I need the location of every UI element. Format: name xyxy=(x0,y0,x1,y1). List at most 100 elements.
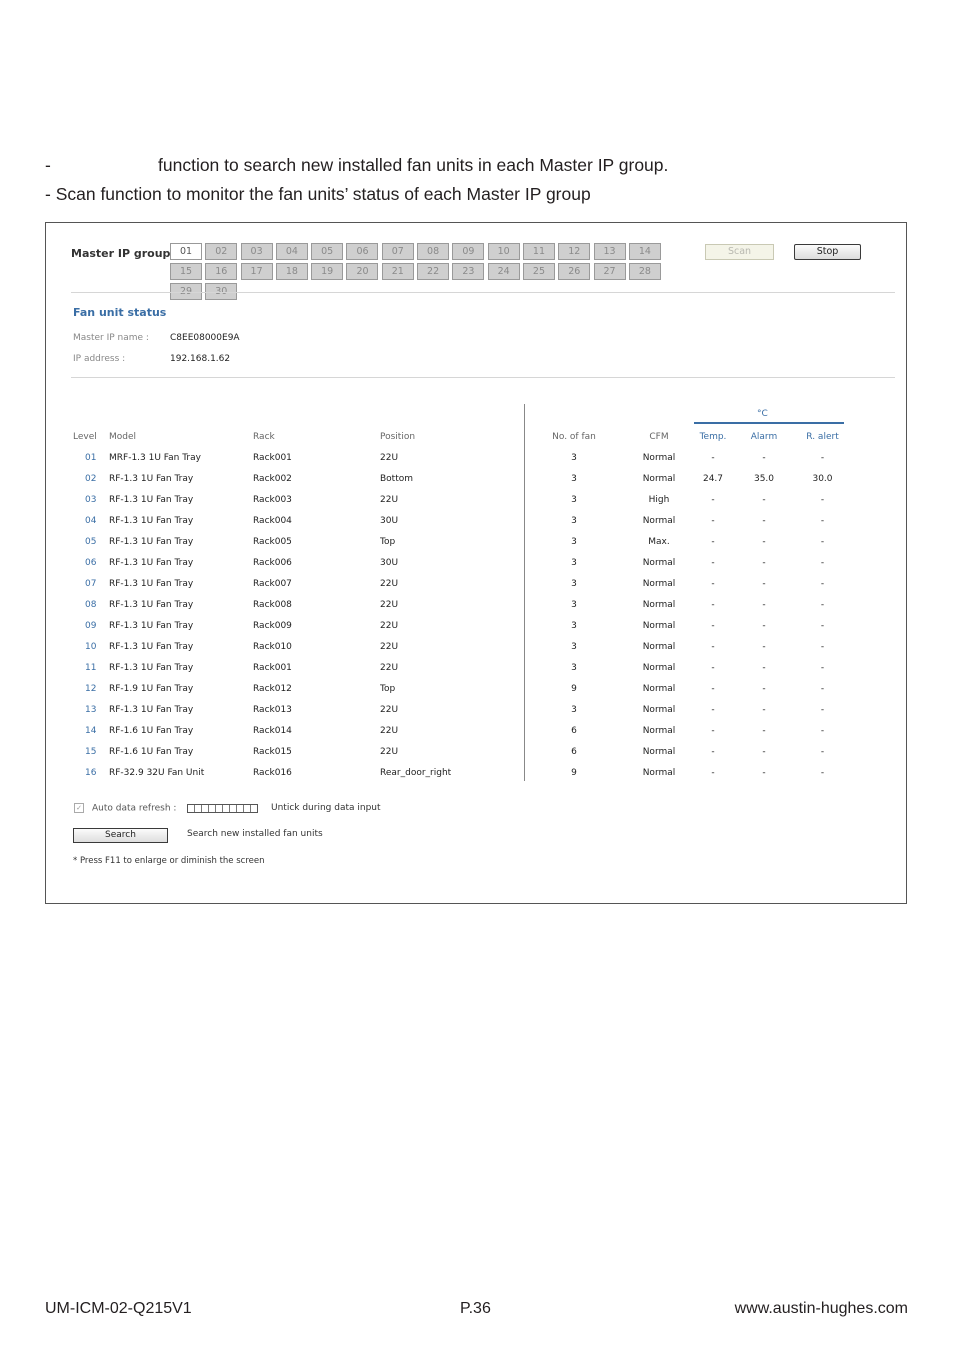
cell-position: Top xyxy=(380,683,396,694)
master-ip-group-button[interactable]: 11 xyxy=(522,243,555,260)
cell-level: 03 xyxy=(85,494,97,505)
cell-ralert: - xyxy=(820,494,825,505)
cell-fans: 3 xyxy=(571,473,577,484)
cell-temp: - xyxy=(711,767,715,778)
cell-ralert: - xyxy=(820,515,825,526)
auto-refresh-checkbox[interactable]: ✓ xyxy=(74,803,84,813)
cell-ralert: - xyxy=(820,578,825,589)
master-ip-group-button[interactable]: 04 xyxy=(275,243,308,260)
cell-cfm: Normal xyxy=(642,473,676,484)
cell-rack: Rack014 xyxy=(253,725,292,736)
master-ip-group-button[interactable]: 21 xyxy=(381,263,414,280)
cell-level: 10 xyxy=(85,641,97,652)
cell-position: 30U xyxy=(380,515,399,526)
master-ip-group-button[interactable]: 23 xyxy=(452,263,485,280)
cell-cfm: Normal xyxy=(642,452,676,463)
master-ip-group-button[interactable]: 19 xyxy=(311,263,344,280)
cell-cfm: Normal xyxy=(642,515,676,526)
master-ip-group-button[interactable]: 16 xyxy=(205,263,238,280)
master-ip-group-button[interactable]: 07 xyxy=(381,243,414,260)
cell-position: 22U xyxy=(380,494,399,505)
master-ip-group-button[interactable]: 22 xyxy=(417,263,450,280)
cell-fans: 3 xyxy=(571,452,577,463)
master-ip-group-button[interactable]: 02 xyxy=(205,243,238,260)
cell-fans: 3 xyxy=(571,557,577,568)
cell-model: RF-1.3 1U Fan Tray xyxy=(109,473,194,484)
master-ip-group-button[interactable]: 12 xyxy=(558,243,591,260)
cell-level: 01 xyxy=(85,452,97,463)
cell-position: 22U xyxy=(380,620,399,631)
table-row: 02 RF-1.3 1U Fan Tray Rack002 Bottom 3 Normal… xyxy=(73,468,853,489)
table-row: 10 RF-1.3 1U Fan Tray Rack010 22U 3 Normal - - - xyxy=(73,636,853,657)
master-ip-name-value: C8EE08000E9A xyxy=(170,333,240,343)
master-ip-group-button[interactable]: 14 xyxy=(628,243,661,260)
master-ip-group-button[interactable]: 05 xyxy=(311,243,344,260)
master-ip-group-button[interactable]: 03 xyxy=(240,243,273,260)
search-note: Search new installed fan units xyxy=(187,829,323,839)
cell-position: 22U xyxy=(380,662,399,673)
cell-cfm: Normal xyxy=(642,767,676,778)
cell-alarm: - xyxy=(762,620,766,631)
cell-level: 12 xyxy=(85,683,97,694)
website: www.austin-hughes.com xyxy=(734,1300,908,1317)
cell-model: RF-1.6 1U Fan Tray xyxy=(109,725,194,736)
master-ip-group-button[interactable]: 28 xyxy=(628,263,661,280)
cell-model: MRF-1.3 1U Fan Tray xyxy=(109,452,201,463)
table-row: 11 RF-1.3 1U Fan Tray Rack001 22U 3 Normal - - - xyxy=(73,657,853,678)
refresh-interval-field[interactable] xyxy=(187,804,258,813)
fan-monitor-screenshot: Master IP groups 01 02 03 04 05 06 07 08 09 10 11 1… xyxy=(45,222,907,904)
master-ip-group-button[interactable]: 13 xyxy=(593,243,626,260)
cell-position: 22U xyxy=(380,452,399,463)
stop-button[interactable]: Stop xyxy=(794,244,861,260)
cell-cfm: Normal xyxy=(642,620,676,631)
cell-temp: - xyxy=(711,662,715,673)
cell-rack: Rack005 xyxy=(253,536,292,547)
cell-ralert: - xyxy=(820,725,825,736)
cell-rack: Rack002 xyxy=(253,473,292,484)
cell-fans: 9 xyxy=(571,767,577,778)
cell-fans: 3 xyxy=(571,620,577,631)
master-ip-group-button[interactable]: 17 xyxy=(240,263,273,280)
master-ip-name-label: Master IP name : xyxy=(73,333,149,343)
master-ip-group-button[interactable]: 27 xyxy=(593,263,626,280)
cell-ralert: - xyxy=(820,683,825,694)
ip-address-value: 192.168.1.62 xyxy=(170,354,231,364)
search-button[interactable]: Search xyxy=(73,828,168,843)
cell-fans: 6 xyxy=(571,746,577,757)
cell-model: RF-1.3 1U Fan Tray xyxy=(109,515,194,526)
master-ip-group-button[interactable]: 24 xyxy=(487,263,520,280)
cell-fans: 3 xyxy=(571,494,577,505)
master-ip-group-button[interactable]: 15 xyxy=(170,263,202,280)
cell-temp: - xyxy=(711,620,715,631)
table-row: 04 RF-1.3 1U Fan Tray Rack004 30U 3 Normal - - - xyxy=(73,510,853,531)
table-row: 06 RF-1.3 1U Fan Tray Rack006 30U 3 Normal - - - xyxy=(73,552,853,573)
master-ip-group-button[interactable]: 20 xyxy=(346,263,379,280)
cell-alarm: - xyxy=(762,578,766,589)
cell-rack: Rack007 xyxy=(253,578,292,589)
master-ip-group-button[interactable]: 26 xyxy=(558,263,591,280)
cell-temp: - xyxy=(711,725,715,736)
bullet-dash: - xyxy=(45,155,51,175)
master-ip-group-button[interactable]: 09 xyxy=(452,243,485,260)
cell-model: RF-1.3 1U Fan Tray xyxy=(109,578,194,589)
cell-cfm: Normal xyxy=(642,746,676,757)
col-alarm: Alarm xyxy=(750,431,778,442)
master-ip-group-button[interactable]: 08 xyxy=(417,243,450,260)
scan-button[interactable]: Scan xyxy=(705,244,774,260)
master-ip-group-button[interactable]: 25 xyxy=(522,263,555,280)
cell-position: Rear_door_right xyxy=(380,767,452,778)
cell-cfm: Max. xyxy=(648,536,670,547)
table-row: 14 RF-1.6 1U Fan Tray Rack014 22U 6 Normal - - - xyxy=(73,720,853,741)
cell-level: 07 xyxy=(85,578,97,589)
master-ip-group-button[interactable]: 06 xyxy=(346,243,379,260)
table-row: 15 RF-1.6 1U Fan Tray Rack015 22U 6 Normal - - - xyxy=(73,741,853,762)
master-ip-group-button[interactable]: 18 xyxy=(275,263,308,280)
cell-alarm: - xyxy=(762,599,766,610)
master-ip-group-button[interactable]: 01 xyxy=(170,243,202,260)
ip-address-label: IP address : xyxy=(73,354,126,364)
master-ip-group-button[interactable]: 10 xyxy=(487,243,520,260)
table-row: 01 MRF-1.3 1U Fan Tray Rack001 22U 3 Normal - -… xyxy=(73,447,853,468)
cell-model: RF-1.3 1U Fan Tray xyxy=(109,599,194,610)
cell-alarm: - xyxy=(762,494,766,505)
document-id: UM-ICM-02-Q215V1 xyxy=(45,1300,192,1317)
